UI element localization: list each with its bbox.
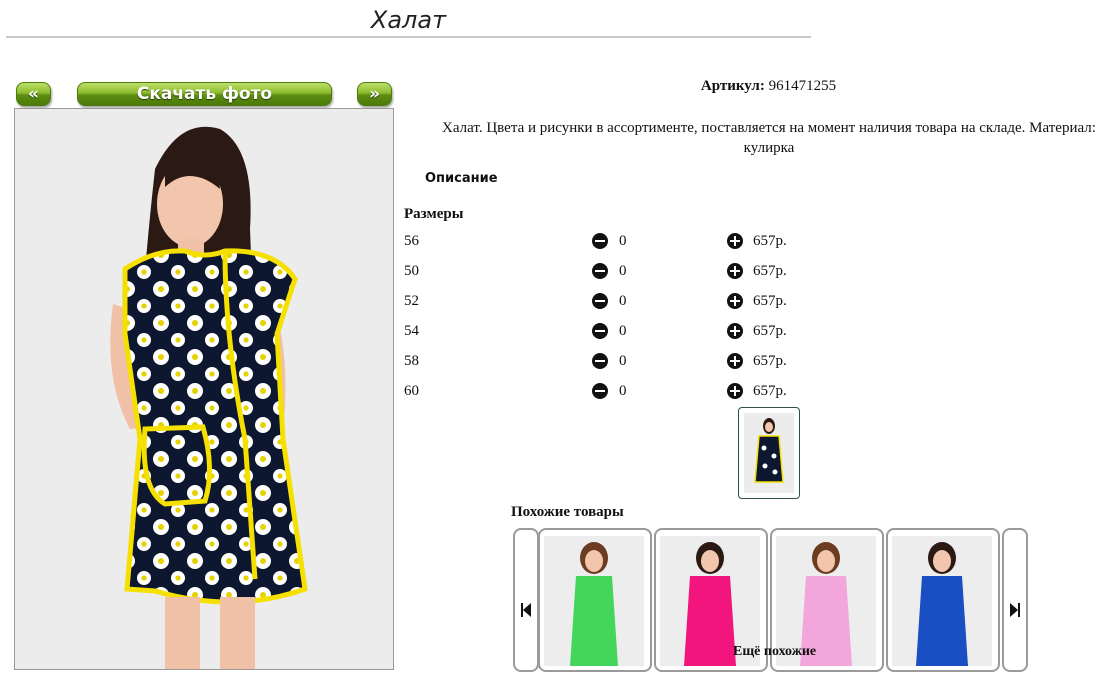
next-photo-button[interactable]: » [357, 82, 392, 106]
sizes-title: Размеры [404, 206, 464, 222]
product-description: Халат. Цвета и рисунки в ассортименте, п… [442, 120, 1096, 156]
similar-item-3-garment [916, 576, 968, 666]
price-value: 657р. [753, 293, 787, 309]
price-value: 657р. [753, 323, 787, 339]
size-value: 58 [404, 353, 419, 369]
similar-product-card[interactable] [886, 528, 1000, 672]
sku-label: Артикул: [700, 78, 765, 94]
prev-photo-button[interactable]: « [16, 82, 51, 106]
decrease-quantity-icon[interactable] [592, 323, 608, 339]
size-row: 56 0 657р. [404, 230, 824, 252]
similar-product-image [892, 536, 992, 666]
similar-product-card[interactable] [538, 528, 652, 672]
price-value: 657р. [753, 233, 787, 249]
carousel-next-button[interactable] [1002, 528, 1028, 672]
size-row: 58 0 657р. [404, 350, 824, 372]
skip-back-icon [521, 603, 531, 617]
increase-quantity-icon[interactable] [727, 263, 743, 279]
model-in-dress-image [15, 109, 393, 669]
increase-quantity-icon[interactable] [727, 323, 743, 339]
quantity-value: 0 [619, 323, 627, 339]
size-row: 50 0 657р. [404, 260, 824, 282]
carousel-prev-button[interactable] [513, 528, 539, 672]
description-tab[interactable]: Описание [425, 171, 498, 186]
increase-quantity-icon[interactable] [727, 233, 743, 249]
quantity-value: 0 [619, 383, 627, 399]
decrease-quantity-icon[interactable] [592, 353, 608, 369]
sku-value: 961471255 [768, 78, 837, 94]
price-value: 657р. [753, 383, 787, 399]
quantity-value: 0 [619, 233, 627, 249]
title-divider [6, 36, 811, 38]
quantity-value: 0 [619, 293, 627, 309]
price-value: 657р. [753, 353, 787, 369]
photo-thumbnail[interactable] [738, 407, 800, 499]
page-title: Халат [370, 6, 447, 34]
decrease-quantity-icon[interactable] [592, 383, 608, 399]
quantity-value: 0 [619, 263, 627, 279]
decrease-quantity-icon[interactable] [592, 293, 608, 309]
main-product-photo[interactable] [14, 108, 394, 670]
increase-quantity-icon[interactable] [727, 293, 743, 309]
size-row: 54 0 657р. [404, 320, 824, 342]
price-value: 657р. [753, 263, 787, 279]
size-value: 60 [404, 383, 419, 399]
size-value: 50 [404, 263, 419, 279]
similar-product-image [544, 536, 644, 666]
size-row: 60 0 657р. [404, 380, 824, 402]
more-similar-link[interactable]: Ещё похожие [733, 644, 816, 660]
similar-item-1-garment [684, 576, 736, 666]
thumbnail-image [744, 413, 794, 493]
size-value: 54 [404, 323, 419, 339]
increase-quantity-icon[interactable] [727, 383, 743, 399]
size-row: 52 0 657р. [404, 290, 824, 312]
size-value: 52 [404, 293, 419, 309]
decrease-quantity-icon[interactable] [592, 263, 608, 279]
size-value: 56 [404, 233, 419, 249]
quantity-value: 0 [619, 353, 627, 369]
download-photo-button[interactable]: Скачать фото [77, 82, 332, 106]
similar-products-title: Похожие товары [511, 504, 624, 520]
increase-quantity-icon[interactable] [727, 353, 743, 369]
skip-forward-icon [1010, 603, 1020, 617]
decrease-quantity-icon[interactable] [592, 233, 608, 249]
similar-item-0-garment [570, 576, 618, 666]
sku-line: Артикул: 961471255 [420, 78, 1117, 95]
